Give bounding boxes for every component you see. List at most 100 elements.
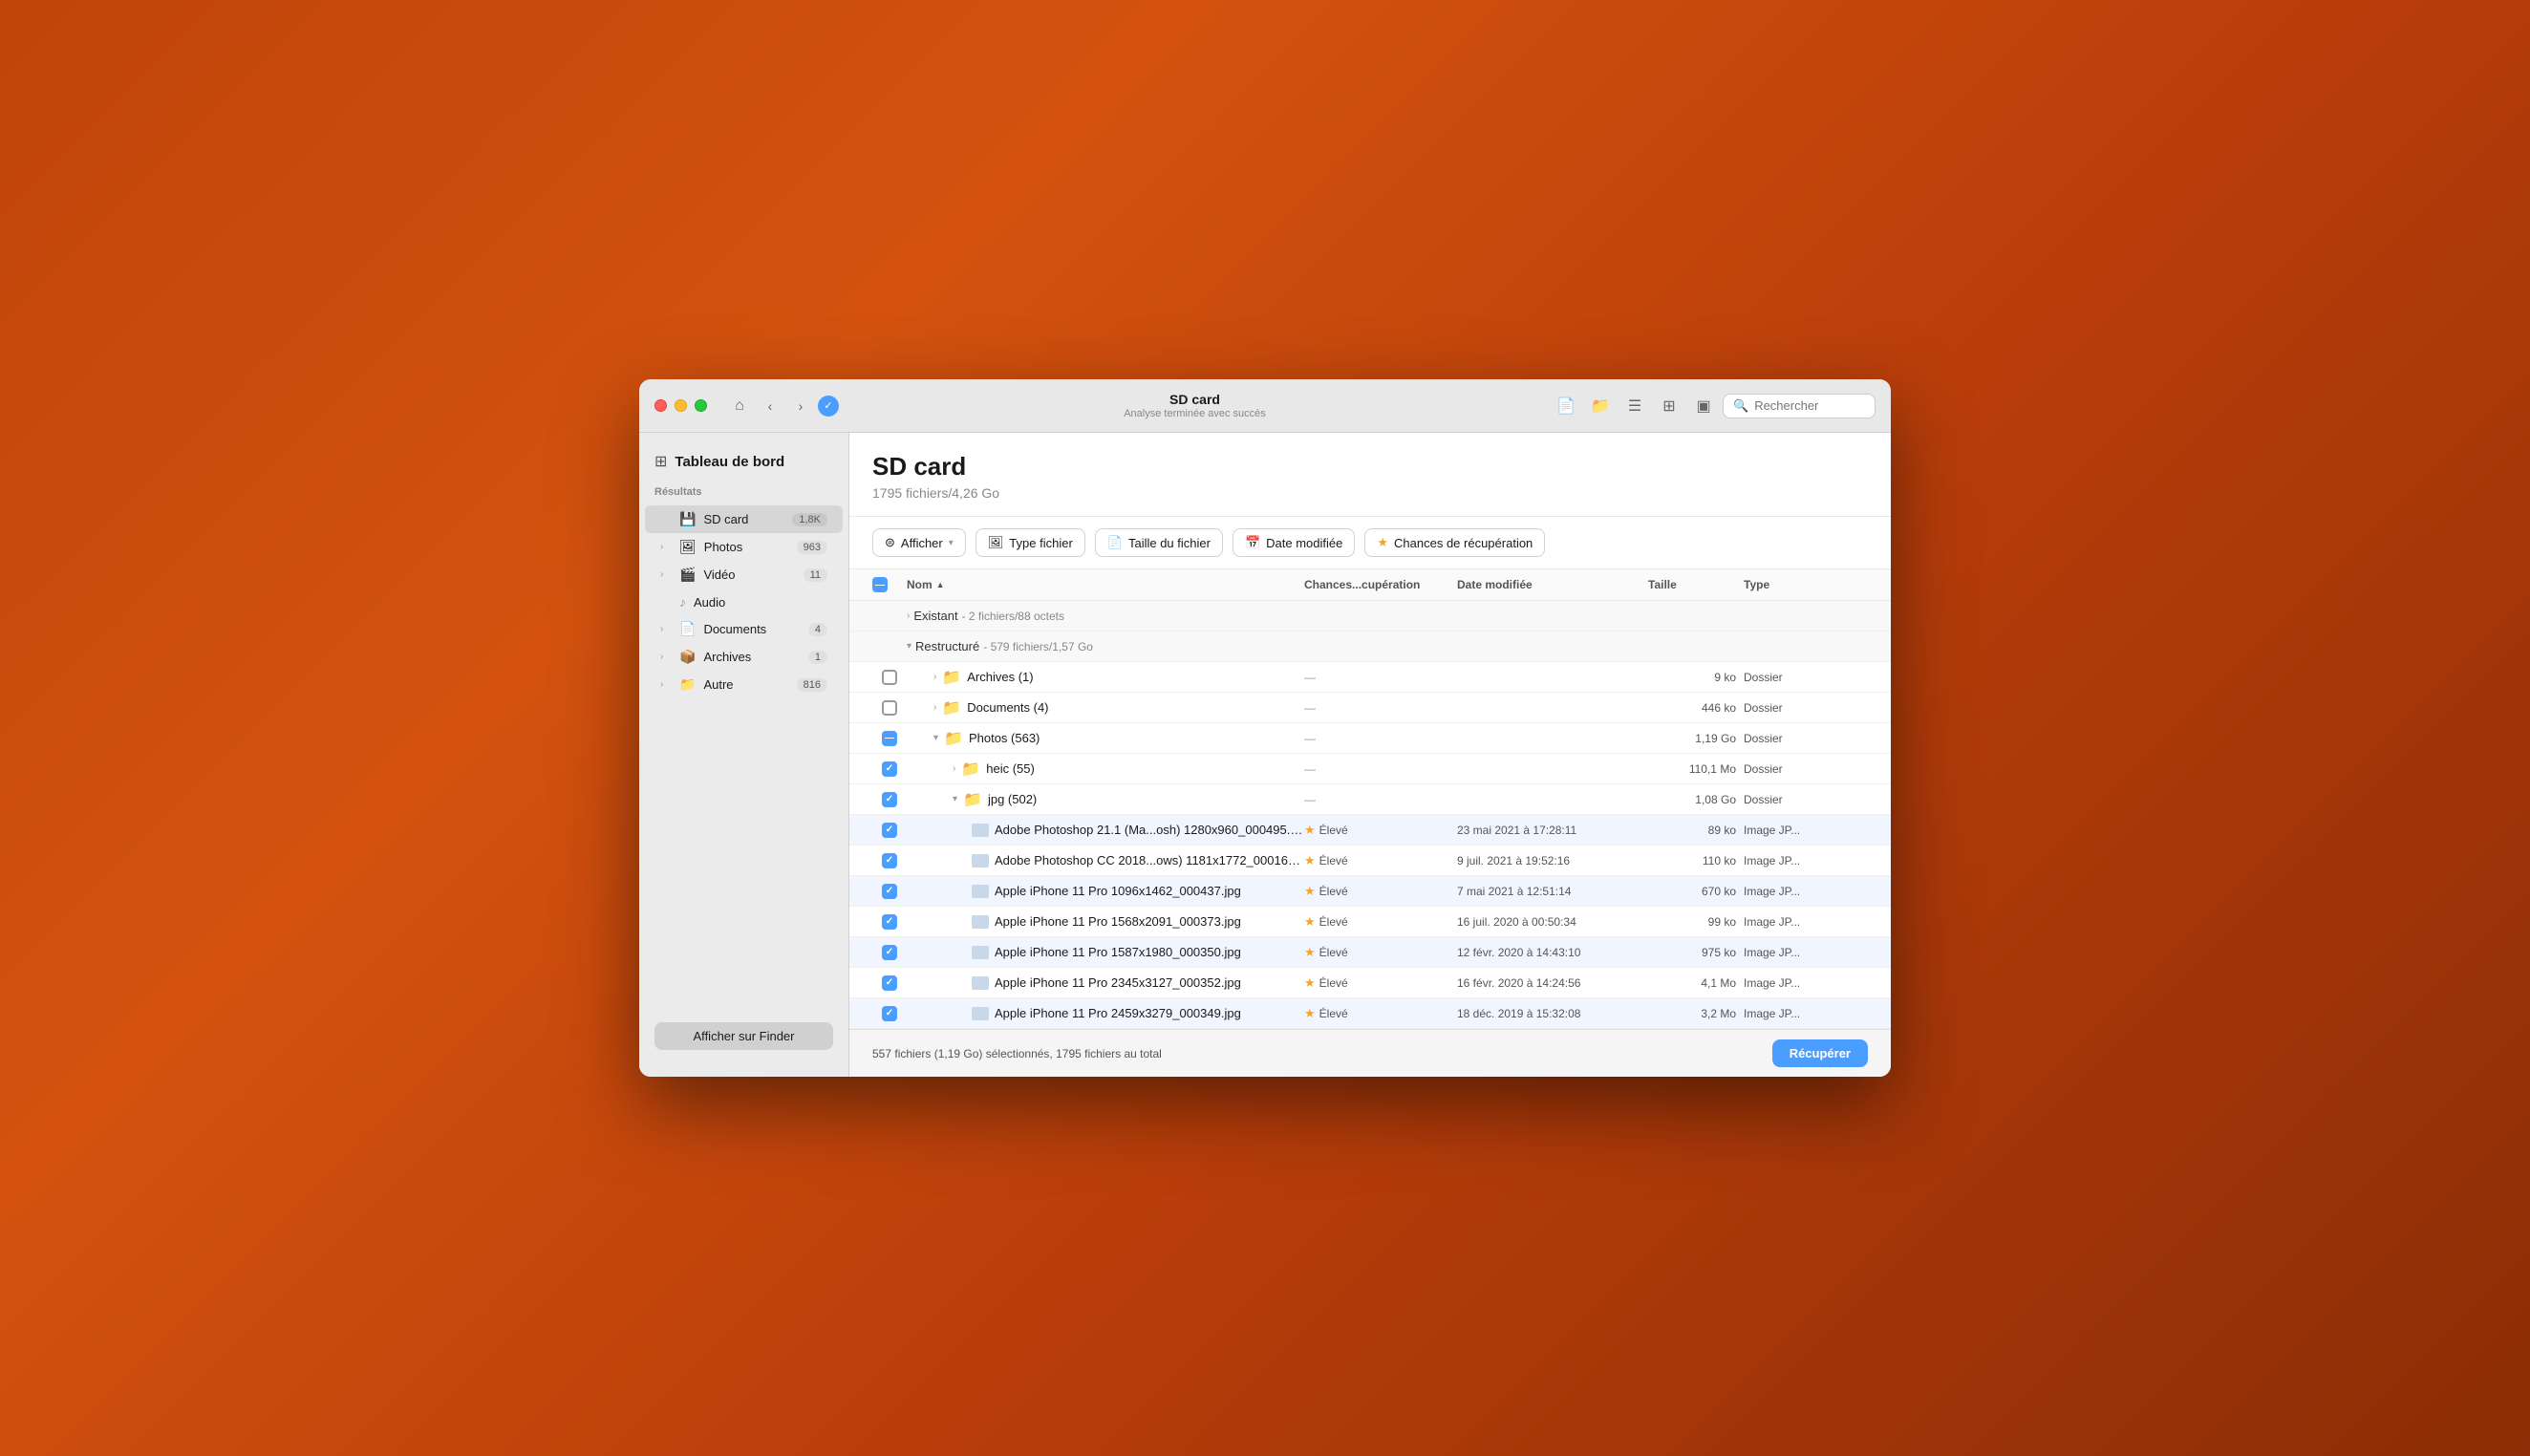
heic55-type: Dossier <box>1744 762 1868 776</box>
back-button[interactable]: ‹ <box>757 393 783 419</box>
chevron-icon: › <box>660 569 672 580</box>
table-row[interactable]: Apple iPhone 11 Pro 1568x2091_000373.jpg… <box>849 907 1891 937</box>
section-restructure[interactable]: ▾ Restructuré - 579 fichiers/1,57 Go <box>849 632 1891 662</box>
row-checkbox-area[interactable] <box>872 792 907 807</box>
row-checkbox-area[interactable] <box>872 731 907 746</box>
panel-btn[interactable]: ▣ <box>1688 391 1719 421</box>
file5-size: 975 ko <box>1648 946 1744 959</box>
row-checkbox-area[interactable] <box>872 853 907 868</box>
row-checkbox-area[interactable] <box>872 1006 907 1021</box>
photos563-checkbox[interactable] <box>882 731 897 746</box>
titlebar-actions: 📄 📁 ☰ ⊞ ▣ 🔍 <box>1551 391 1876 421</box>
chances-button[interactable]: ★ Chances de récupération <box>1364 528 1545 557</box>
date-label: Date modifiée <box>1266 536 1342 550</box>
sidebar-item-photos[interactable]: › 🖼 Photos 963 <box>645 533 843 561</box>
file3-checkbox[interactable] <box>882 884 897 899</box>
table-row[interactable]: Adobe Photoshop CC 2018...ows) 1181x1772… <box>849 846 1891 876</box>
chevron-down-icon: ▾ <box>949 538 954 548</box>
section-existant[interactable]: › Existant - 2 fichiers/88 octets <box>849 601 1891 632</box>
table-row[interactable]: Adobe Photoshop 21.1 (Ma...osh) 1280x960… <box>849 815 1891 846</box>
sidebar-item-autre[interactable]: › 📁 Autre 816 <box>645 671 843 698</box>
folder-icon-btn[interactable]: 📁 <box>1585 391 1616 421</box>
table-row[interactable]: ▾ 📁 Photos (563) — 1,19 Go Dossier <box>849 723 1891 754</box>
sidebar-item-audio[interactable]: ♪ Audio <box>645 589 843 615</box>
finder-button[interactable]: Afficher sur Finder <box>654 1022 833 1050</box>
file3-size: 670 ko <box>1648 885 1744 898</box>
table-row[interactable]: Apple iPhone 11 Pro 2345x3127_000352.jpg… <box>849 968 1891 998</box>
chevron-icon: › <box>660 624 672 634</box>
row-checkbox-area[interactable] <box>872 914 907 930</box>
sidebar-item-sd-card[interactable]: 💾 SD card 1,8K <box>645 505 843 533</box>
heic55-checkbox[interactable] <box>882 761 897 777</box>
titlebar-subtitle: Analyse terminée avec succès <box>850 408 1539 419</box>
file4-checkbox[interactable] <box>882 914 897 930</box>
home-button[interactable]: ⌂ <box>726 393 753 419</box>
chevron-down-icon: ▾ <box>933 733 938 743</box>
file-thumbnail <box>972 946 989 959</box>
grid-view-btn[interactable]: ⊞ <box>1654 391 1684 421</box>
row-checkbox-area[interactable] <box>872 670 907 685</box>
archives1-checkbox[interactable] <box>882 670 897 685</box>
table-row[interactable]: › 📁 Documents (4) — 446 ko Dossier <box>849 693 1891 723</box>
file3-type: Image JP... <box>1744 885 1868 898</box>
sidebar-item-documents[interactable]: › 📄 Documents 4 <box>645 615 843 643</box>
file5-checkbox[interactable] <box>882 945 897 960</box>
type-fichier-button[interactable]: 🖼 Type fichier <box>976 528 1085 557</box>
sidebar-label-autre: Autre <box>703 677 788 692</box>
table-row[interactable]: ▾ 📁 jpg (502) — 1,08 Go Dossier <box>849 784 1891 815</box>
minimize-button[interactable] <box>675 399 687 412</box>
file1-checkbox[interactable] <box>882 823 897 838</box>
file-icon-btn[interactable]: 📄 <box>1551 391 1581 421</box>
doc-icon: 📄 <box>1107 535 1123 550</box>
row-checkbox-area[interactable] <box>872 823 907 838</box>
file5-name: Apple iPhone 11 Pro 1587x1980_000350.jpg <box>907 945 1304 959</box>
file4-size: 99 ko <box>1648 915 1744 929</box>
file-thumbnail <box>972 1007 989 1020</box>
row-checkbox-area[interactable] <box>872 700 907 716</box>
file1-recovery: ★Élevé <box>1304 823 1457 838</box>
row-checkbox-area[interactable] <box>872 945 907 960</box>
table-row[interactable]: › 📁 heic (55) — 110,1 Mo Dossier <box>849 754 1891 784</box>
table-row[interactable]: Apple iPhone 11 Pro 2459x3279_000349.jpg… <box>849 998 1891 1029</box>
date-button[interactable]: 📅 Date modifiée <box>1233 528 1355 557</box>
afficher-button[interactable]: ⊜ Afficher ▾ <box>872 528 966 557</box>
video-icon: 🎬 <box>679 567 696 583</box>
row-checkbox-area[interactable] <box>872 884 907 899</box>
table-row[interactable]: Apple iPhone 11 Pro 1587x1980_000350.jpg… <box>849 937 1891 968</box>
search-icon: 🔍 <box>1733 398 1748 414</box>
table-row[interactable]: › 📁 Archives (1) — 9 ko Dossier <box>849 662 1891 693</box>
heic55-size: 110,1 Mo <box>1648 762 1744 776</box>
recover-button[interactable]: Récupérer <box>1772 1039 1868 1067</box>
file3-name: Apple iPhone 11 Pro 1096x1462_000437.jpg <box>907 884 1304 898</box>
chevron-icon: › <box>660 652 672 662</box>
file4-recovery: ★Élevé <box>1304 914 1457 930</box>
row-checkbox-area[interactable] <box>872 761 907 777</box>
col-date: Date modifiée <box>1457 577 1648 592</box>
sidebar-item-video[interactable]: › 🎬 Vidéo 11 <box>645 561 843 589</box>
existant-detail: - 2 fichiers/88 octets <box>962 610 1064 623</box>
documents4-checkbox[interactable] <box>882 700 897 716</box>
jpg502-checkbox[interactable] <box>882 792 897 807</box>
select-all-checkbox[interactable] <box>872 577 888 592</box>
search-box[interactable]: 🔍 <box>1723 394 1876 418</box>
file2-checkbox[interactable] <box>882 853 897 868</box>
taille-button[interactable]: 📄 Taille du fichier <box>1095 528 1223 557</box>
heic55-recovery: — <box>1304 762 1457 776</box>
close-button[interactable] <box>654 399 667 412</box>
content-header: SD card 1795 fichiers/4,26 Go <box>849 433 1891 517</box>
fullscreen-button[interactable] <box>695 399 707 412</box>
sidebar-item-archives[interactable]: › 📦 Archives 1 <box>645 643 843 671</box>
file5-type: Image JP... <box>1744 946 1868 959</box>
table-container[interactable]: Nom ▲ Chances...cupération Date modifiée… <box>849 569 1891 1029</box>
search-input[interactable] <box>1754 398 1865 413</box>
chances-label: Chances de récupération <box>1394 536 1533 550</box>
toolbar: ⊜ Afficher ▾ 🖼 Type fichier 📄 Taille du … <box>849 517 1891 569</box>
file6-checkbox[interactable] <box>882 975 897 991</box>
table-row[interactable]: Apple iPhone 11 Pro 1096x1462_000437.jpg… <box>849 876 1891 907</box>
file7-checkbox[interactable] <box>882 1006 897 1021</box>
row-checkbox-area[interactable] <box>872 975 907 991</box>
col-nom[interactable]: Nom ▲ <box>907 577 1304 592</box>
status-icon: ✓ <box>818 396 839 417</box>
forward-button[interactable]: › <box>787 393 814 419</box>
list-view-btn[interactable]: ☰ <box>1619 391 1650 421</box>
